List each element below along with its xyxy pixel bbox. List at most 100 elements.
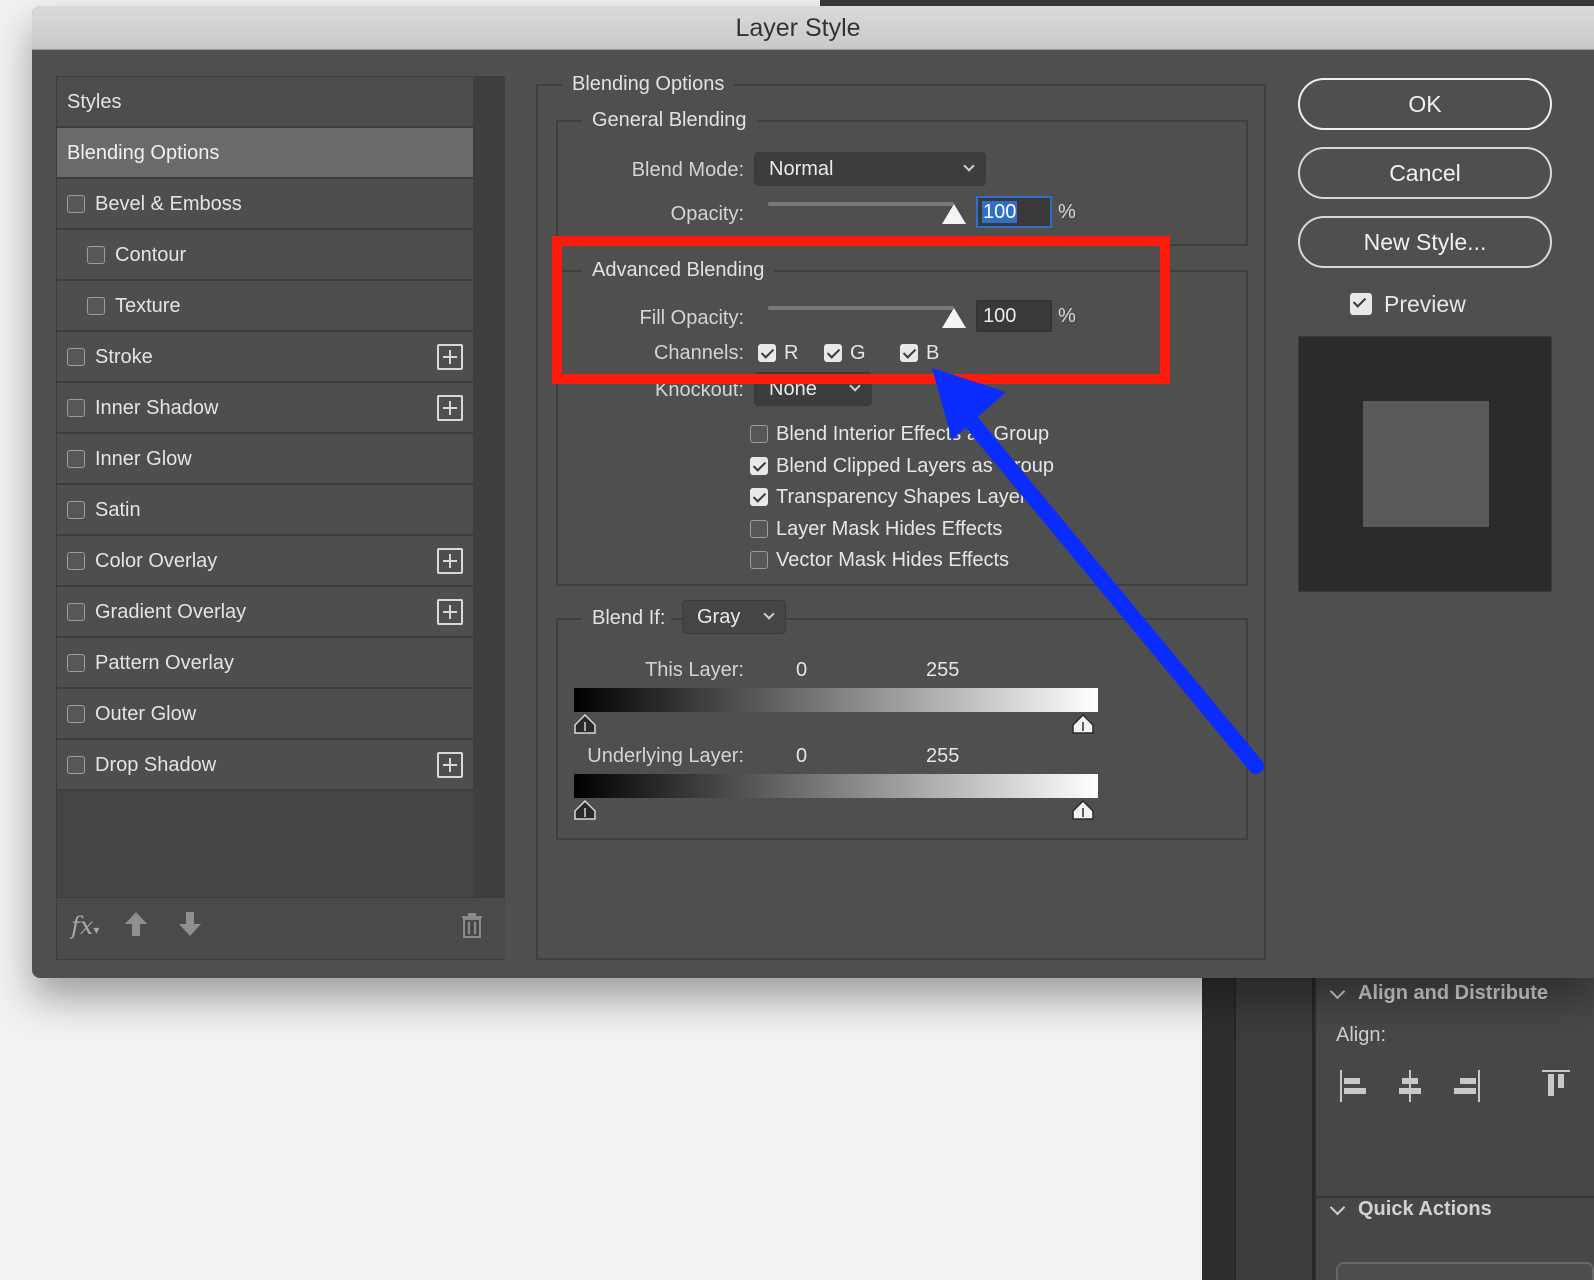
styles-list: Styles Blending Options Bevel & Emboss Cont…	[57, 77, 473, 897]
dialog-title: Layer Style	[735, 14, 861, 42]
styles-footer: fx▾	[57, 897, 505, 959]
panel-divider	[1316, 1196, 1594, 1198]
trash-icon[interactable]	[461, 912, 483, 945]
style-checkbox-drop-shadow[interactable]	[67, 756, 85, 774]
advanced-blending-group: Advanced Blending Fill Opacity: 100 % Ch…	[556, 258, 1248, 586]
style-checkbox-inner-shadow[interactable]	[67, 399, 85, 417]
style-item-label: Satin	[95, 499, 141, 521]
style-item-label: Stroke	[95, 346, 153, 368]
fill-opacity-label: Fill Opacity:	[639, 307, 744, 329]
style-checkbox-gradient-overlay[interactable]	[67, 603, 85, 621]
option-transparency-shapes-layer-label: Transparency Shapes Layer	[776, 486, 1027, 508]
style-item-color-overlay[interactable]: Color Overlay	[57, 536, 473, 587]
preview-toggle[interactable]: Preview	[1350, 290, 1570, 320]
align-right-icon[interactable]	[1452, 1070, 1480, 1102]
opacity-input[interactable]: 100	[976, 196, 1052, 228]
styles-scrollbar[interactable]	[473, 77, 505, 897]
fill-opacity-slider-track[interactable]	[768, 306, 954, 310]
option-layer-mask-hides-effects-checkbox[interactable]	[750, 519, 768, 538]
style-item-label: Outer Glow	[95, 703, 197, 725]
general-blending-group: General Blending Blend Mode: Normal Opac…	[556, 108, 1248, 246]
option-vector-mask-hides-effects-label: Vector Mask Hides Effects	[776, 549, 1010, 571]
style-item-pattern-overlay[interactable]: Pattern Overlay	[57, 638, 473, 689]
preview-label: Preview	[1384, 291, 1466, 317]
style-item-label: Gradient Overlay	[95, 601, 247, 623]
move-down-icon[interactable]	[177, 910, 203, 945]
layer-style-dialog: Layer Style Styles Blending Options Bevel …	[32, 6, 1594, 978]
style-item-label: Contour	[115, 244, 187, 266]
style-checkbox-contour[interactable]	[87, 246, 105, 264]
option-vector-mask-hides-effects-checkbox[interactable]	[750, 551, 768, 569]
blend-if-group: Blend If: Gray This Layer: 0 255 Underly…	[556, 600, 1248, 840]
blend-if-label: Blend If:	[582, 606, 672, 630]
style-checkbox-color-overlay[interactable]	[67, 552, 85, 570]
quick-action-button[interactable]	[1336, 1262, 1594, 1280]
style-checkbox-stroke[interactable]	[67, 348, 85, 366]
style-item-drop-shadow[interactable]: Drop Shadow	[57, 740, 473, 791]
quick-actions-title[interactable]: Quick Actions	[1358, 1198, 1492, 1221]
style-item-label: Color Overlay	[95, 550, 218, 572]
styles-header: Styles	[57, 77, 473, 128]
style-item-gradient-overlay[interactable]: Gradient Overlay	[57, 587, 473, 638]
this-layer-gradient[interactable]	[574, 688, 1098, 712]
option-transparency-shapes-layer-checkbox[interactable]	[750, 488, 768, 506]
style-item-stroke[interactable]: Stroke	[57, 332, 473, 383]
add-stroke-icon[interactable]	[437, 344, 463, 370]
option-blend-interior-effects-as-group-checkbox[interactable]	[750, 425, 768, 443]
fill-opacity-slider-thumb[interactable]	[942, 308, 966, 328]
style-checkbox-texture[interactable]	[87, 297, 105, 315]
dialog-titlebar[interactable]: Layer Style	[32, 6, 1594, 50]
preview-swatch	[1363, 401, 1489, 527]
add-color-overlay-icon[interactable]	[437, 548, 463, 574]
cancel-button[interactable]: Cancel	[1298, 147, 1552, 199]
blend-mode-dropdown[interactable]: Normal	[754, 152, 986, 186]
option-blend-clipped-layers-as-group-checkbox[interactable]	[750, 456, 768, 475]
opacity-slider-thumb[interactable]	[942, 204, 966, 224]
blend-if-dropdown[interactable]: Gray	[682, 600, 786, 634]
align-top-icon[interactable]	[1542, 1070, 1570, 1102]
blending-options-title: Blending Options	[562, 72, 735, 96]
style-item-contour[interactable]: Contour	[57, 230, 473, 281]
style-item-inner-shadow[interactable]: Inner Shadow	[57, 383, 473, 434]
underlying-white-stop[interactable]	[1072, 799, 1094, 820]
channel-b-checkbox[interactable]	[900, 344, 918, 362]
channels-label: Channels:	[653, 342, 744, 364]
knockout-dropdown[interactable]: None	[754, 372, 872, 406]
ok-button[interactable]: OK	[1298, 78, 1552, 130]
add-inner-shadow-icon[interactable]	[437, 395, 463, 421]
styles-header-label: Styles	[67, 91, 122, 113]
style-item-satin[interactable]: Satin	[57, 485, 473, 536]
fx-menu-icon[interactable]: fx▾	[71, 912, 99, 940]
align-distribute-title[interactable]: Align and Distribute	[1358, 982, 1548, 1005]
style-item-inner-glow[interactable]: Inner Glow	[57, 434, 473, 485]
opacity-slider-track[interactable]	[768, 202, 954, 206]
this-layer-black-stop[interactable]	[574, 713, 596, 734]
add-drop-shadow-icon[interactable]	[437, 752, 463, 778]
move-up-icon[interactable]	[123, 910, 149, 945]
style-item-bevel-emboss[interactable]: Bevel & Emboss	[57, 179, 473, 230]
style-item-texture[interactable]: Texture	[57, 281, 473, 332]
underlying-layer-gradient[interactable]	[574, 774, 1098, 798]
align-left-icon[interactable]	[1340, 1070, 1368, 1102]
new-style-button[interactable]: New Style...	[1298, 216, 1552, 268]
preview-checkbox[interactable]	[1350, 293, 1372, 315]
channel-r-checkbox[interactable]	[758, 344, 776, 362]
chevron-down-icon[interactable]	[1329, 1199, 1346, 1216]
style-item-label: Bevel & Emboss	[95, 193, 242, 215]
style-item-blending-options[interactable]: Blending Options	[57, 128, 473, 179]
align-center-icon[interactable]	[1396, 1070, 1424, 1102]
option-layer-mask-hides-effects-label: Layer Mask Hides Effects	[776, 517, 1003, 540]
underlying-black-stop[interactable]	[574, 799, 596, 820]
fill-opacity-input[interactable]: 100	[976, 300, 1052, 332]
style-item-outer-glow[interactable]: Outer Glow	[57, 689, 473, 740]
chevron-down-icon[interactable]	[1329, 983, 1346, 1000]
style-checkbox-outer-glow[interactable]	[67, 705, 85, 723]
this-layer-white-stop[interactable]	[1072, 713, 1094, 734]
style-checkbox-inner-glow[interactable]	[67, 450, 85, 468]
add-gradient-overlay-icon[interactable]	[437, 599, 463, 625]
style-checkbox-pattern-overlay[interactable]	[67, 654, 85, 672]
underlying-layer-label: Underlying Layer:	[587, 745, 744, 767]
style-checkbox-satin[interactable]	[67, 501, 85, 519]
style-checkbox-bevel-emboss[interactable]	[67, 195, 85, 213]
channel-g-checkbox[interactable]	[824, 344, 842, 362]
